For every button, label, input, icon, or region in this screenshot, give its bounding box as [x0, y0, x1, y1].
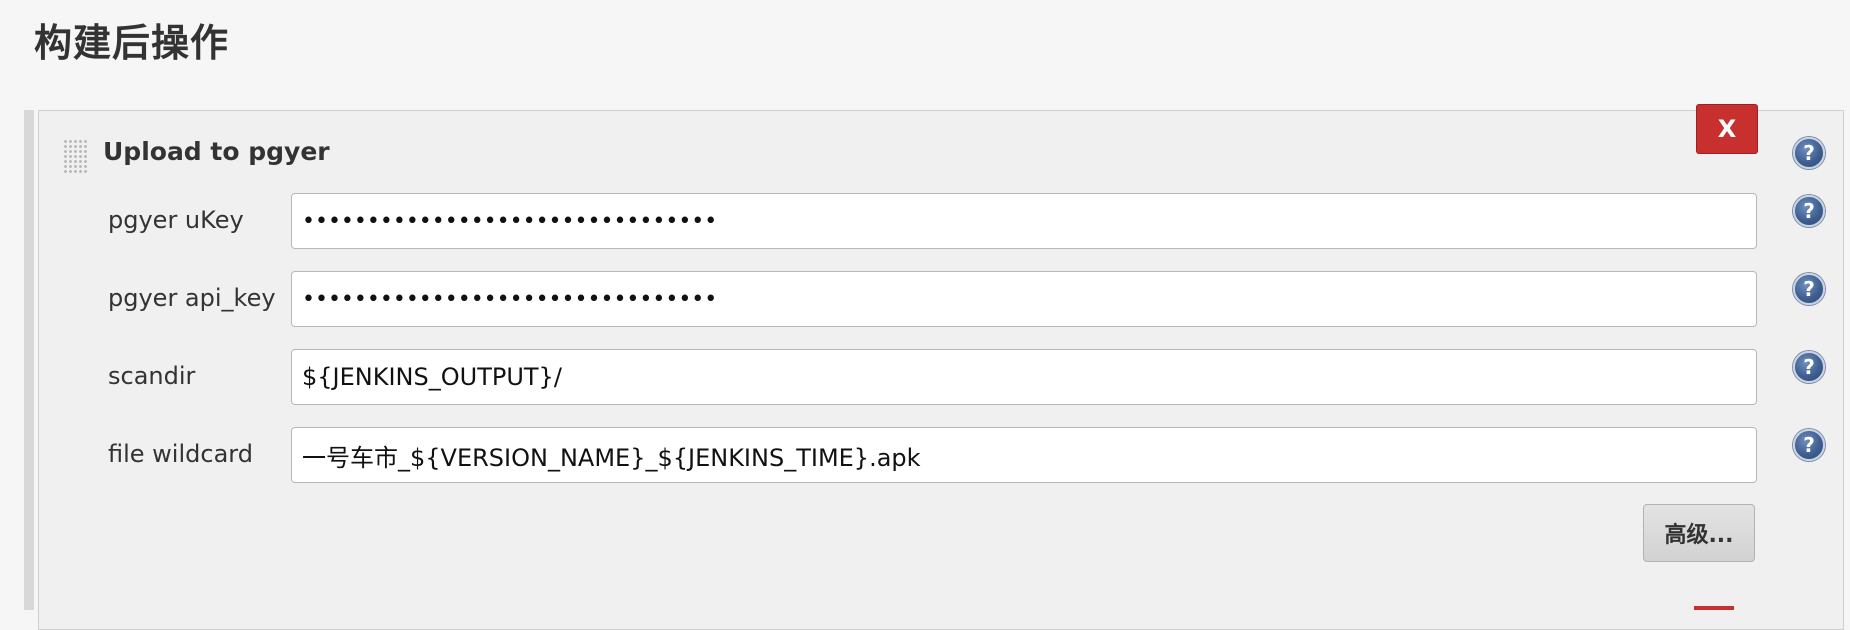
- help-icon[interactable]: ?: [1793, 273, 1825, 305]
- file-wildcard-input[interactable]: 一号车市_${VERSION_NAME}_${JENKINS_TIME}.apk: [291, 427, 1757, 483]
- ukey-label: pgyer uKey: [108, 206, 244, 234]
- drag-handle-icon[interactable]: [63, 139, 87, 173]
- help-icon[interactable]: ?: [1793, 137, 1825, 169]
- help-icon[interactable]: ?: [1793, 429, 1825, 461]
- file-wildcard-label: file wildcard: [108, 440, 253, 468]
- scandir-input[interactable]: ${JENKINS_OUTPUT}/: [291, 349, 1757, 405]
- api-key-input[interactable]: ••••••••••••••••••••••••••••••••: [291, 271, 1757, 327]
- step-title: Upload to pgyer: [103, 137, 330, 166]
- scandir-label: scandir: [108, 362, 196, 390]
- left-stripe: [24, 110, 34, 610]
- next-step-delete-edge: [1694, 606, 1734, 610]
- section-title: 构建后操作: [34, 21, 230, 65]
- build-step-panel: Upload to pgyer X ? ? ? ? ? pgyer uKey •…: [38, 104, 1844, 630]
- delete-step-button[interactable]: X: [1696, 104, 1758, 154]
- ukey-input[interactable]: ••••••••••••••••••••••••••••••••: [291, 193, 1757, 249]
- help-icon[interactable]: ?: [1793, 195, 1825, 227]
- advanced-button[interactable]: 高级...: [1643, 504, 1755, 562]
- api-key-label: pgyer api_key: [108, 284, 276, 312]
- help-icon[interactable]: ?: [1793, 351, 1825, 383]
